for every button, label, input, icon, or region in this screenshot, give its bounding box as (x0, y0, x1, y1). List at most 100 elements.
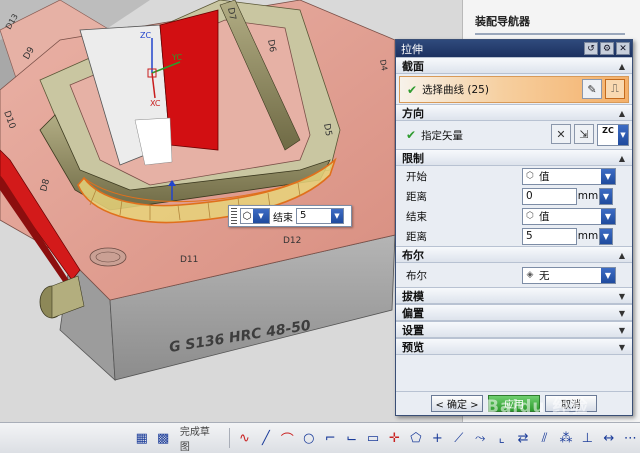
reverse-direction-icon[interactable]: ✕ (551, 124, 571, 144)
face-label-d11: D11 (180, 255, 198, 265)
section-limits-title: 限制 (402, 151, 424, 165)
section-limits-header[interactable]: 限制 ▲ (396, 149, 632, 166)
collapse-caret-icon[interactable]: ▲ (619, 154, 625, 163)
quick-trim-icon[interactable]: ⟋ (449, 427, 468, 449)
ok-button[interactable]: < 确定 > (431, 395, 483, 412)
section-settings-header[interactable]: 设置 ▼ (396, 321, 632, 338)
collapse-caret-icon[interactable]: ▲ (619, 251, 625, 260)
circle-icon[interactable]: ○ (299, 427, 318, 449)
end-distance-unit: mm (577, 230, 599, 242)
section-boolean-header[interactable]: 布尔 ▲ (396, 246, 632, 263)
extrude-dialog[interactable]: 拉伸 ↺ ⚙ ✕ 截面 ▲ ✔ 选择曲线 (25) ✎ ⎍ 方向 ▲ ✔ 指定矢… (395, 39, 633, 416)
value-cube-icon: ⬡ (526, 171, 534, 181)
collapse-caret-icon[interactable]: ▲ (619, 62, 625, 71)
expand-caret-icon[interactable]: ▼ (619, 292, 625, 301)
section-settings-title: 设置 (402, 323, 424, 337)
floating-end-value-text: 5 (300, 210, 307, 221)
dimension-icon[interactable]: ↔ (599, 427, 618, 449)
check-icon: ✔ (406, 128, 417, 142)
more-icon[interactable]: ⋯ (621, 427, 640, 449)
collapse-caret-icon[interactable]: ▲ (619, 109, 625, 118)
chevron-down-icon[interactable]: ▼ (601, 168, 615, 184)
start-distance-row: 距离 0 mm ▼ (396, 186, 632, 206)
spinner-icon[interactable]: ▼ (331, 209, 343, 223)
close-icon[interactable]: ✕ (616, 42, 630, 55)
specify-vector-label: 指定矢量 (421, 129, 464, 142)
sketch-icon[interactable]: ▦ (132, 427, 151, 449)
line-icon[interactable]: ╱ (256, 427, 275, 449)
chevron-down-icon[interactable]: ▼ (253, 209, 269, 223)
rectangle-icon[interactable]: ▭ (363, 427, 382, 449)
chevron-down-icon[interactable]: ▼ (601, 208, 615, 224)
pattern-icon[interactable]: ⁂ (556, 427, 575, 449)
boolean-label: 布尔 (406, 269, 427, 282)
point-icon[interactable]: ✛ (385, 427, 404, 449)
expand-caret-icon[interactable]: ▼ (619, 326, 625, 335)
mirror-icon[interactable]: ⇄ (513, 427, 532, 449)
start-distance-input[interactable]: 0 (522, 187, 577, 205)
section-preview-header[interactable]: 预览 ▼ (396, 338, 632, 355)
face-label-d4: D4 (378, 59, 389, 72)
chevron-down-icon[interactable]: ▼ (618, 125, 628, 145)
vector-option-select[interactable]: ZC ▼ (597, 124, 629, 146)
start-label: 开始 (406, 170, 427, 183)
curve-select-icon[interactable]: ⎍ (605, 79, 625, 99)
select-curve-row[interactable]: ✔ 选择曲线 (25) ✎ ⎍ (399, 76, 629, 103)
section-direction-header[interactable]: 方向 ▲ (396, 104, 632, 121)
section-boolean-title: 布尔 (402, 248, 424, 262)
finish-sketch-label[interactable]: 完成草图 (175, 423, 224, 453)
quick-extend-icon[interactable]: ⤳ (471, 427, 490, 449)
dialog-titlebar[interactable]: 拉伸 ↺ ⚙ ✕ (396, 40, 632, 57)
chamfer-icon[interactable]: ⌙ (342, 427, 361, 449)
section-curve-header[interactable]: 截面 ▲ (396, 57, 632, 74)
gear-icon[interactable]: ⚙ (600, 42, 614, 55)
sketch-section-icon[interactable]: ✎ (582, 79, 602, 99)
triad-label-z: ZC (140, 31, 151, 40)
drag-grip[interactable] (231, 208, 237, 224)
add-icon[interactable]: + (428, 427, 447, 449)
expand-caret-icon[interactable]: ▼ (619, 309, 625, 318)
finish-sketch-icon[interactable]: ▩ (153, 427, 172, 449)
section-curve-title: 截面 (402, 59, 424, 73)
offset-icon[interactable]: ⫽ (535, 427, 554, 449)
end-label: 结束 (406, 210, 427, 223)
specify-vector-row[interactable]: ✔ 指定矢量 ✕ ⇲ ZC ▼ (396, 121, 632, 149)
arc-icon[interactable]: ⌒ (278, 427, 297, 449)
section-offset-header[interactable]: 偏置 ▼ (396, 304, 632, 321)
section-direction-title: 方向 (402, 106, 424, 120)
start-distance-unit: mm (577, 190, 599, 202)
toolbar-divider (228, 428, 230, 448)
value-cube-icon: ⬡ (526, 211, 534, 221)
chevron-down-icon[interactable]: ▼ (599, 187, 613, 205)
make-corner-icon[interactable]: ⌞ (492, 427, 511, 449)
sketch-toolbar: ▦ ▩ 完成草图 ∿ ╱ ⌒ ○ ⌐ ⌙ ▭ ✛ ⬠ + ⟋ ⤳ ⌞ ⇄ ⫽ ⁂… (0, 422, 640, 453)
fillet-icon[interactable]: ⌐ (320, 427, 339, 449)
start-distance-label: 距离 (406, 190, 427, 203)
end-option-mini-select[interactable]: ⬡ ▼ (240, 208, 270, 224)
section-draft-header[interactable]: 拔模 ▼ (396, 287, 632, 304)
section-offset-title: 偏置 (402, 306, 424, 320)
dialog-title: 拉伸 (401, 42, 423, 56)
chevron-down-icon[interactable]: ▼ (599, 227, 613, 245)
expand-caret-icon[interactable]: ▼ (619, 343, 625, 352)
section-preview-title: 预览 (402, 340, 424, 354)
boolean-option-select[interactable]: ◈ 无 ▼ (522, 266, 616, 284)
polygon-icon[interactable]: ⬠ (406, 427, 425, 449)
profile-icon[interactable]: ∿ (235, 427, 254, 449)
floating-end-input[interactable]: ⬡ ▼ 结束 5 ▼ (228, 205, 352, 227)
end-distance-input[interactable]: 5 (522, 227, 577, 245)
end-option-value: 值 (539, 210, 550, 223)
end-distance-label: 距离 (406, 230, 427, 243)
end-row: 结束 ⬡ 值 ▼ (396, 206, 632, 226)
chevron-down-icon[interactable]: ▼ (601, 267, 615, 283)
triad-label-x: XC (150, 99, 161, 108)
select-curve-label: 选择曲线 (25) (422, 84, 489, 96)
reset-icon[interactable]: ↺ (584, 42, 598, 55)
face-label-d12: D12 (283, 236, 301, 246)
constraint-icon[interactable]: ⊥ (578, 427, 597, 449)
floating-end-label: 结束 (273, 212, 293, 224)
start-option-select[interactable]: ⬡ 值 ▼ (522, 167, 616, 185)
end-option-select[interactable]: ⬡ 值 ▼ (522, 207, 616, 225)
floating-end-value[interactable]: 5 ▼ (296, 208, 344, 224)
vector-dialog-icon[interactable]: ⇲ (574, 124, 594, 144)
